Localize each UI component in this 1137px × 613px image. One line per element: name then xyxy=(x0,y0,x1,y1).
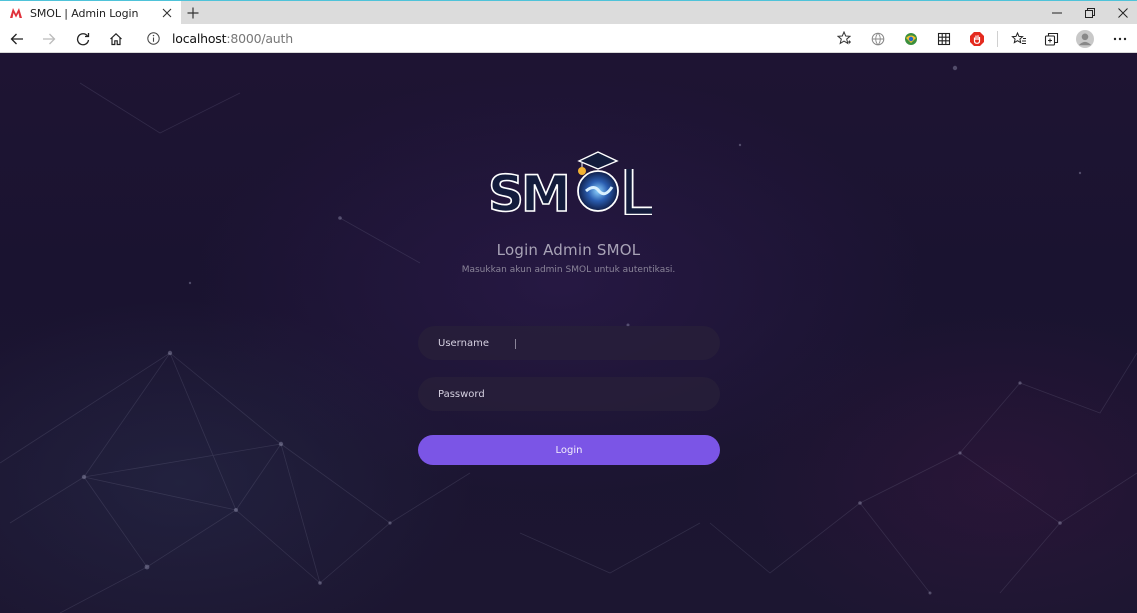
browser-tab[interactable]: SMOL | Admin Login xyxy=(0,1,181,25)
window-close-icon[interactable] xyxy=(1106,1,1137,24)
url-text: localhost:8000/auth xyxy=(172,31,293,46)
smol-logo: SM xyxy=(487,151,652,215)
login-title: Login Admin SMOL xyxy=(496,241,641,259)
back-icon[interactable] xyxy=(6,28,28,50)
login-subtitle: Masukkan akun admin SMOL untuk autentika… xyxy=(461,265,676,275)
profile-icon[interactable] xyxy=(1075,29,1095,49)
tab-close-icon[interactable] xyxy=(159,5,175,21)
username-input[interactable] xyxy=(418,326,720,360)
extension-icon[interactable] xyxy=(901,29,921,49)
app-logo-icon xyxy=(8,6,24,20)
address-bar[interactable]: localhost:8000/auth xyxy=(138,26,858,51)
forward-icon[interactable] xyxy=(38,28,60,50)
refresh-icon[interactable] xyxy=(72,28,94,50)
more-icon[interactable] xyxy=(1110,29,1130,49)
home-icon[interactable] xyxy=(105,28,127,50)
new-tab-button[interactable] xyxy=(184,4,202,22)
svg-text:SM: SM xyxy=(488,165,568,215)
text-cursor xyxy=(515,339,516,349)
tab-title: SMOL | Admin Login xyxy=(30,6,139,20)
password-input[interactable] xyxy=(418,377,720,411)
url-path: :8000/auth xyxy=(226,31,293,46)
grid-icon[interactable] xyxy=(934,29,954,49)
adblock-icon[interactable] xyxy=(967,29,987,49)
login-page: SM Login Admin SMOL Masukkan akun admin … xyxy=(0,53,1137,613)
favorites-icon[interactable] xyxy=(1009,29,1029,49)
collections-icon[interactable] xyxy=(1042,29,1062,49)
toolbar-separator xyxy=(997,31,998,47)
tab-strip: SMOL | Admin Login xyxy=(0,0,1137,25)
minimize-icon[interactable] xyxy=(1040,1,1074,24)
navigation-bar: localhost:8000/auth xyxy=(0,24,1137,53)
restore-icon[interactable] xyxy=(1073,1,1107,24)
favorite-star-icon[interactable] xyxy=(836,30,852,46)
globe-icon[interactable] xyxy=(868,29,888,49)
login-button[interactable]: Login xyxy=(418,435,720,465)
info-icon[interactable] xyxy=(146,32,160,46)
url-host: localhost xyxy=(172,31,227,46)
